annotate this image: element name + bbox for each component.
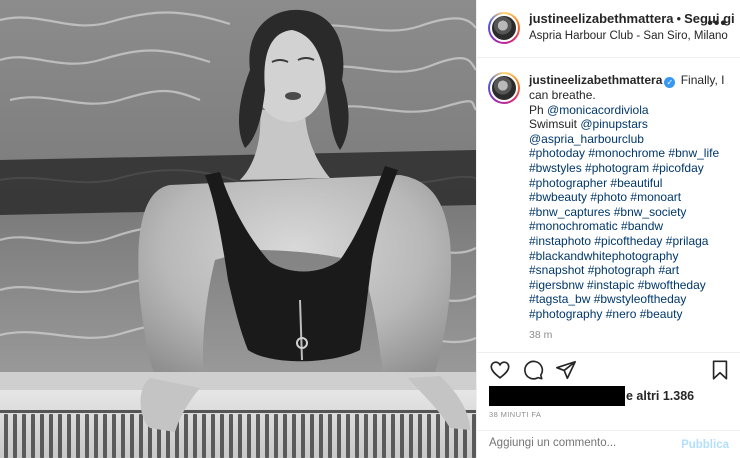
hashtag-line[interactable]: #igersbnw #instapic #bwoftheday (529, 278, 706, 292)
post-image (0, 0, 476, 458)
hashtag-line[interactable]: #blackandwhitephotography (529, 249, 678, 263)
instagram-post: justineelizabethmattera•Segui già Aspria… (0, 0, 740, 458)
bookmark-icon[interactable] (709, 359, 731, 381)
post-sidebar: justineelizabethmattera•Segui già Aspria… (476, 0, 740, 458)
swimsuit-prefix: Swimsuit (529, 117, 581, 132)
caption-area: justineelizabethmattera ✓ Finally, I can … (477, 58, 740, 350)
likes-row: e altri 1.386 (489, 386, 739, 408)
hashtag-line[interactable]: #bwbeauty #photo #monoart (529, 190, 681, 204)
post-timestamp[interactable]: 38 MINUTI FA (489, 410, 541, 419)
photographer-prefix: Ph (529, 102, 548, 117)
hashtag-line[interactable]: #bnw_captures #bnw_society (529, 205, 686, 219)
post-header: justineelizabethmattera•Segui già Aspria… (477, 0, 740, 58)
caption-time: 38 m (529, 329, 553, 341)
hashtag-line[interactable]: #tagsta_bw #bwstyleoftheday (529, 292, 686, 306)
heart-icon[interactable] (489, 359, 511, 381)
more-horizontal-icon[interactable]: ••• (707, 16, 727, 32)
hashtag-line[interactable]: #bwstyles #photogram #picofday (529, 161, 704, 175)
publish-button[interactable]: Pubblica (681, 439, 729, 451)
location-mention[interactable]: @aspria_harbourclub (529, 132, 644, 146)
author-avatar[interactable] (488, 12, 520, 44)
hashtag-line[interactable]: #monochromatic #bandw (529, 219, 663, 233)
hashtag-line[interactable]: #instaphoto #picoftheday #prilaga (529, 234, 708, 248)
hashtag-line[interactable]: #snapshot #photograph #art (529, 263, 679, 277)
comment-icon[interactable] (522, 359, 544, 381)
separator-dot: • (676, 11, 682, 26)
photographer-mention[interactable]: @monicacordiviola (547, 103, 649, 117)
comment-input[interactable] (489, 437, 669, 449)
author-username[interactable]: justineelizabethmattera (529, 11, 674, 26)
likes-count[interactable]: e altri 1.386 (626, 389, 694, 403)
caption-avatar[interactable] (488, 72, 520, 104)
hashtag-line[interactable]: #photoday #monochrome #bnw_life (529, 146, 719, 160)
comment-box: Pubblica (477, 430, 740, 458)
share-icon[interactable] (555, 359, 577, 381)
swimsuit-mention[interactable]: @pinupstars (580, 117, 648, 131)
action-bar (477, 352, 740, 387)
header-title-line: justineelizabethmattera•Segui già (529, 11, 735, 26)
location-link[interactable]: Aspria Harbour Club - San Siro, Milano (529, 30, 728, 42)
redacted-likers (489, 386, 625, 406)
verified-badge-icon: ✓ (664, 77, 676, 88)
post-photo[interactable] (0, 0, 476, 458)
hashtag-line[interactable]: #photographer #beautiful (529, 176, 662, 190)
caption-text: justineelizabethmattera ✓ Finally, I can … (529, 73, 734, 322)
caption-username[interactable]: justineelizabethmattera (529, 73, 662, 87)
hashtag-line[interactable]: #photography #nero #beauty (529, 307, 682, 321)
